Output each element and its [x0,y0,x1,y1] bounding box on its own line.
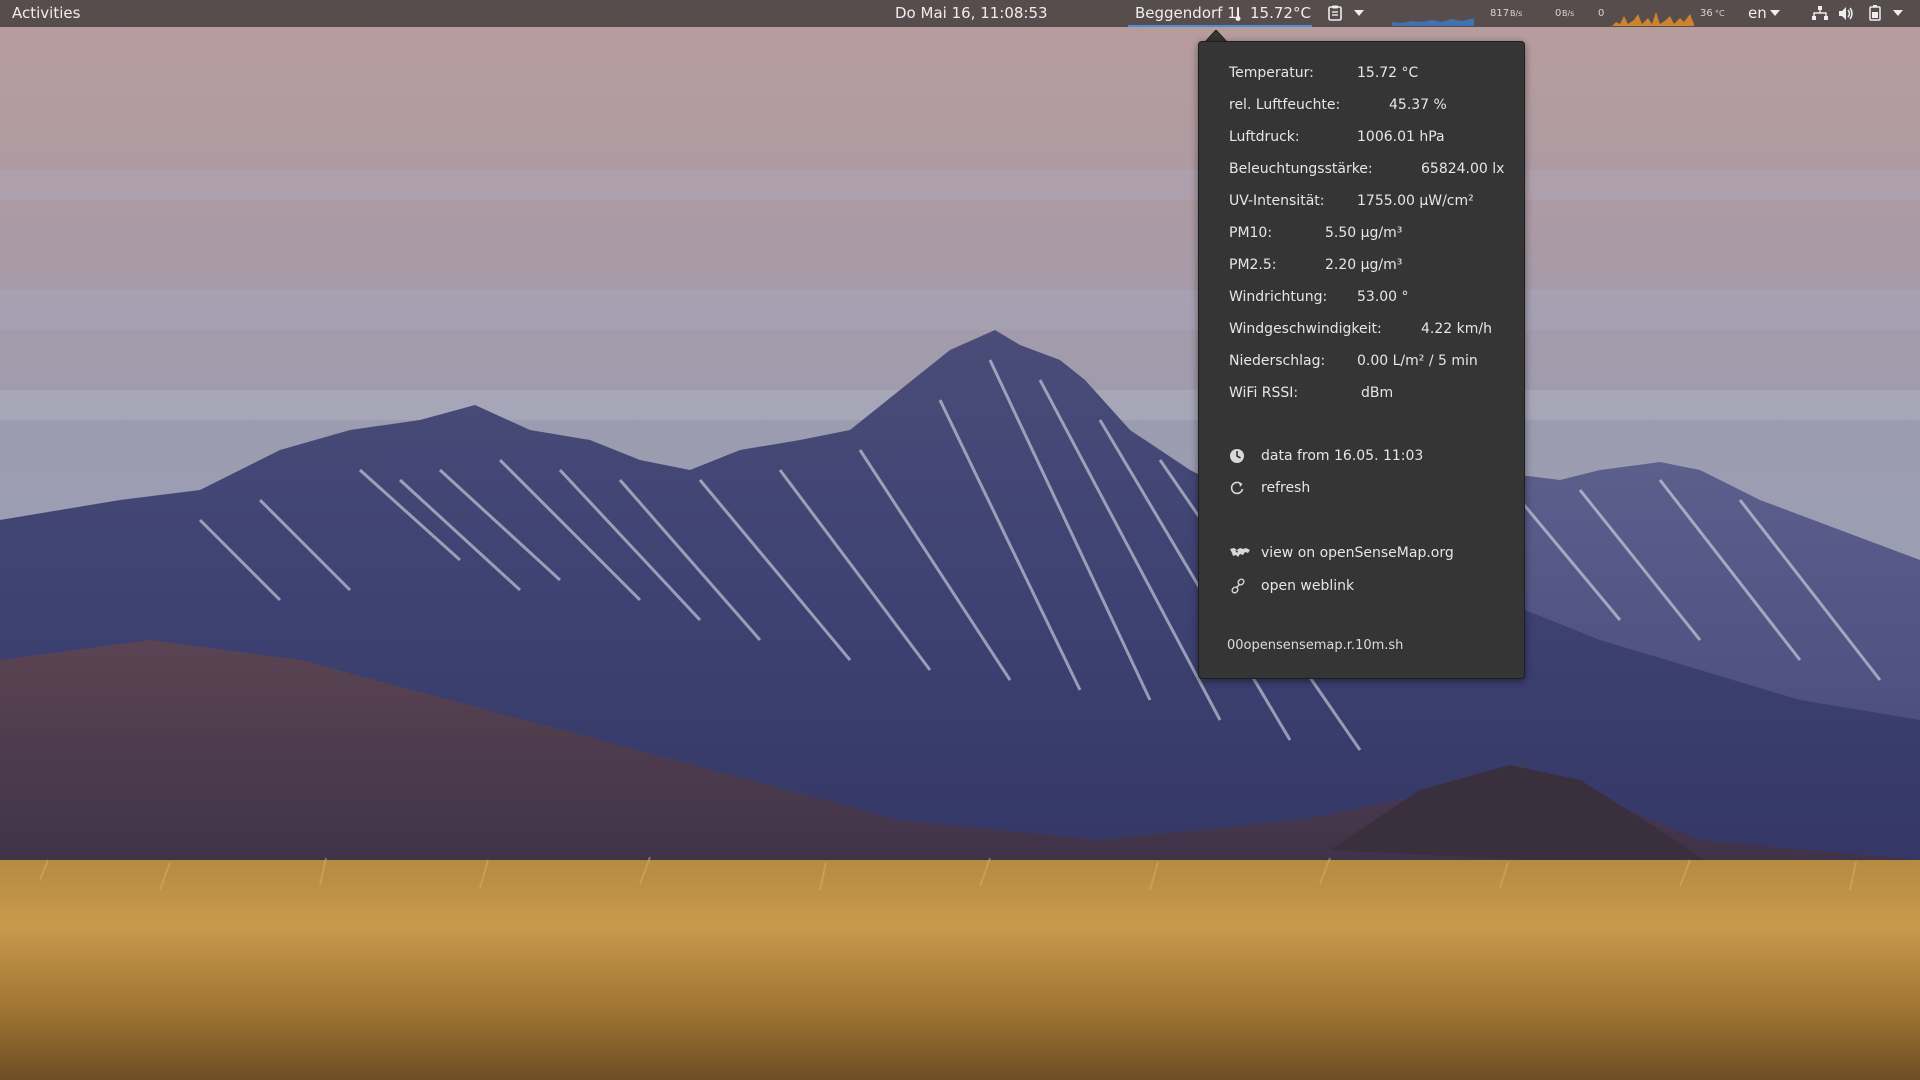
chevron-down-icon[interactable] [1770,10,1780,16]
reading-value: dBm [1361,385,1394,401]
reading-label: UV-Intensität: [1229,193,1325,209]
data-timestamp-label: data from 16.05. 11:03 [1261,448,1424,464]
reading-value: 5.50 μg/m³ [1325,225,1403,241]
clock-button[interactable]: Do Mai 16, 11:08:53 [895,0,1048,27]
temp-value: 36 [1700,8,1713,19]
station-temperature: 15.72°C [1250,4,1311,22]
reading-label: rel. Luftfeuchte: [1229,97,1341,113]
station-name: Beggendorf 1 [1135,4,1237,22]
sensebox-indicator[interactable]: Beggendorf 1 15.72°C [1128,0,1312,27]
reading-label: WiFi RSSI: [1229,385,1299,401]
reading-value: 1006.01 hPa [1357,129,1445,145]
language-indicator[interactable]: en [1748,0,1767,27]
globe-icon [1230,548,1250,557]
net-speed-unit: B/s [1510,9,1523,18]
chevron-down-icon[interactable] [1893,10,1903,16]
reading-value: 53.00 ° [1357,289,1409,305]
activities-button[interactable]: Activities [12,0,80,27]
view-opensensemap-label: view on openSenseMap.org [1261,545,1454,561]
script-name-label: 00opensensemap.r.10m.sh [1227,638,1404,653]
refresh-label: refresh [1261,480,1311,496]
reading-label: Temperatur: [1229,65,1314,81]
cpu-graph[interactable] [1612,2,1694,26]
thermometer-icon [1235,7,1241,21]
volume-icon[interactable] [1838,6,1854,21]
reading-value: 65824.00 lx [1421,161,1505,177]
reading-label: PM10: [1229,225,1273,241]
reading-label: Windgeschwindigkeit: [1229,321,1382,337]
network-icon[interactable] [1812,6,1828,21]
net-speed-value: 817 [1490,8,1510,19]
reading-value: 15.72 °C [1357,65,1419,81]
reading-label: PM2.5: [1229,257,1277,273]
desktop-wallpaper [0,0,1920,1080]
disk-value: 0 [1555,8,1562,19]
reading-label: Windrichtung: [1229,289,1328,305]
clipboard-icon[interactable] [1328,5,1342,21]
disk-unit: B/s [1562,9,1575,18]
open-weblink-label: open weblink [1261,578,1355,594]
top-bar: Activities Do Mai 16, 11:08:53 Beggendor… [0,0,1920,27]
reading-value: 0.00 L/m² / 5 min [1357,353,1478,369]
active-indicator-underline [1128,25,1312,27]
reading-label: Niederschlag: [1229,353,1326,369]
battery-icon[interactable] [1869,5,1881,21]
refresh-icon [1230,481,1244,495]
desktop: Activities Do Mai 16, 11:08:53 Beggendor… [0,0,1920,1080]
reading-value: 2.20 μg/m³ [1325,257,1403,273]
temp-unit: °C [1715,9,1725,18]
link-icon [1231,578,1245,594]
reading-value: 45.37 % [1389,97,1447,113]
chevron-down-icon[interactable] [1354,10,1364,16]
sensebox-popup-menu: Temperatur: 15.72 °C rel. Luftfeuchte: 4… [1198,41,1525,679]
network-graph[interactable] [1392,2,1474,26]
reading-value: 4.22 km/h [1421,321,1492,337]
reading-label: Luftdruck: [1229,129,1300,145]
reading-value: 1755.00 μW/cm² [1357,193,1474,209]
clock-icon [1230,449,1244,463]
reading-label: Beleuchtungsstärke: [1229,161,1373,177]
cpu-value: 0 [1598,8,1605,19]
